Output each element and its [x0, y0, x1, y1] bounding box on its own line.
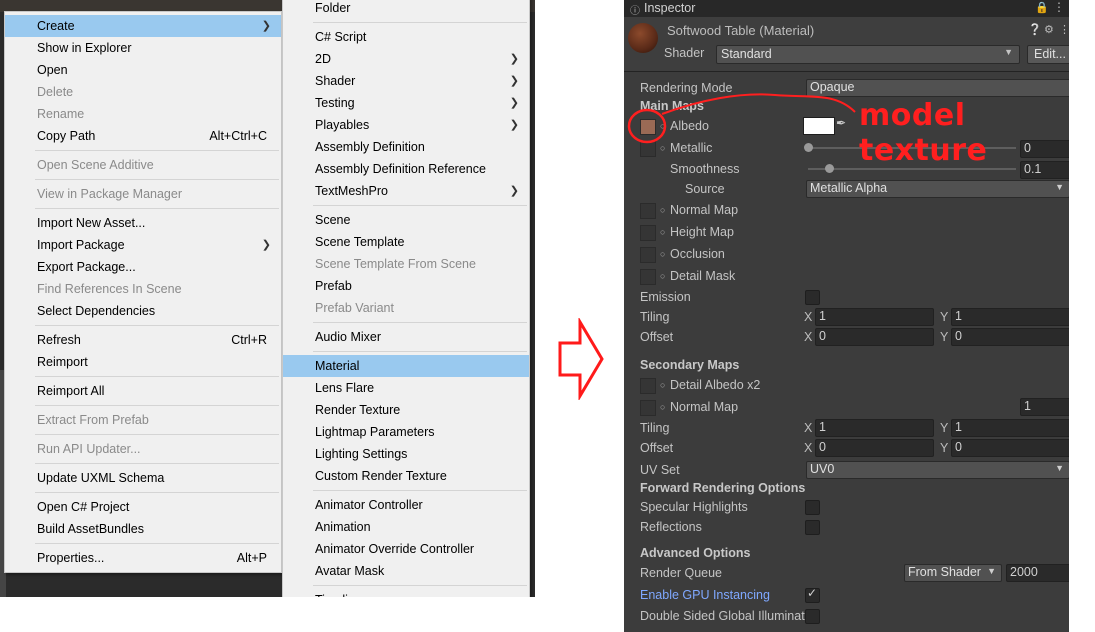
annotation-overlay [627, 93, 856, 144]
annotation-label: model texture [859, 98, 988, 168]
annotation-line [661, 93, 856, 115]
annotation-circle [627, 108, 667, 144]
